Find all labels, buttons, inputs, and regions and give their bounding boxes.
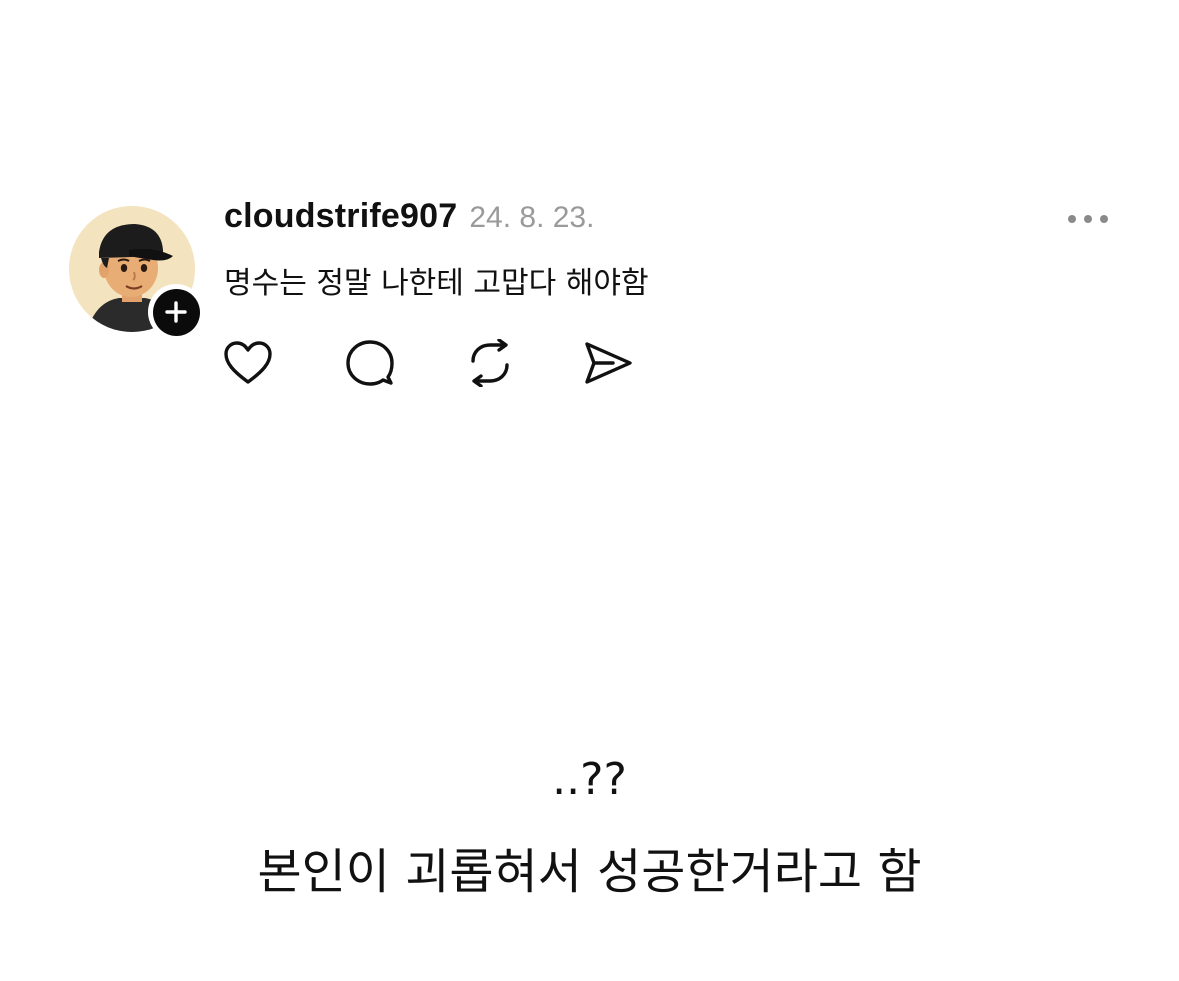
comment-button[interactable] — [344, 338, 396, 388]
like-button[interactable] — [222, 338, 274, 388]
follow-badge-circle — [152, 288, 200, 336]
repost-icon — [471, 339, 509, 387]
caption-line-2: 본인이 괴롭혀서 성공한거라고 함 — [257, 844, 922, 900]
repost-button[interactable] — [464, 338, 516, 388]
follow-button[interactable] — [148, 284, 204, 340]
thread-post: cloudstrife907 24. 8. 23. 명수는 정말 나한테 고맙다… — [0, 0, 1179, 420]
timestamp: 24. 8. 23. — [469, 201, 595, 234]
username[interactable]: cloudstrife907 — [224, 197, 457, 236]
more-horizontal-icon — [1068, 215, 1108, 223]
share-button[interactable] — [582, 338, 634, 388]
post-header: cloudstrife907 24. 8. 23. — [224, 197, 594, 241]
more-options-button[interactable] — [1060, 204, 1116, 234]
avatar-container — [69, 206, 204, 340]
plus-icon — [165, 301, 187, 323]
caption-line-1: ..?? — [552, 754, 627, 805]
speech-bubble-icon — [346, 340, 394, 386]
send-icon — [585, 342, 632, 384]
heart-icon — [224, 341, 272, 384]
post-text: 명수는 정말 나한테 고맙다 해야함 — [224, 266, 649, 301]
